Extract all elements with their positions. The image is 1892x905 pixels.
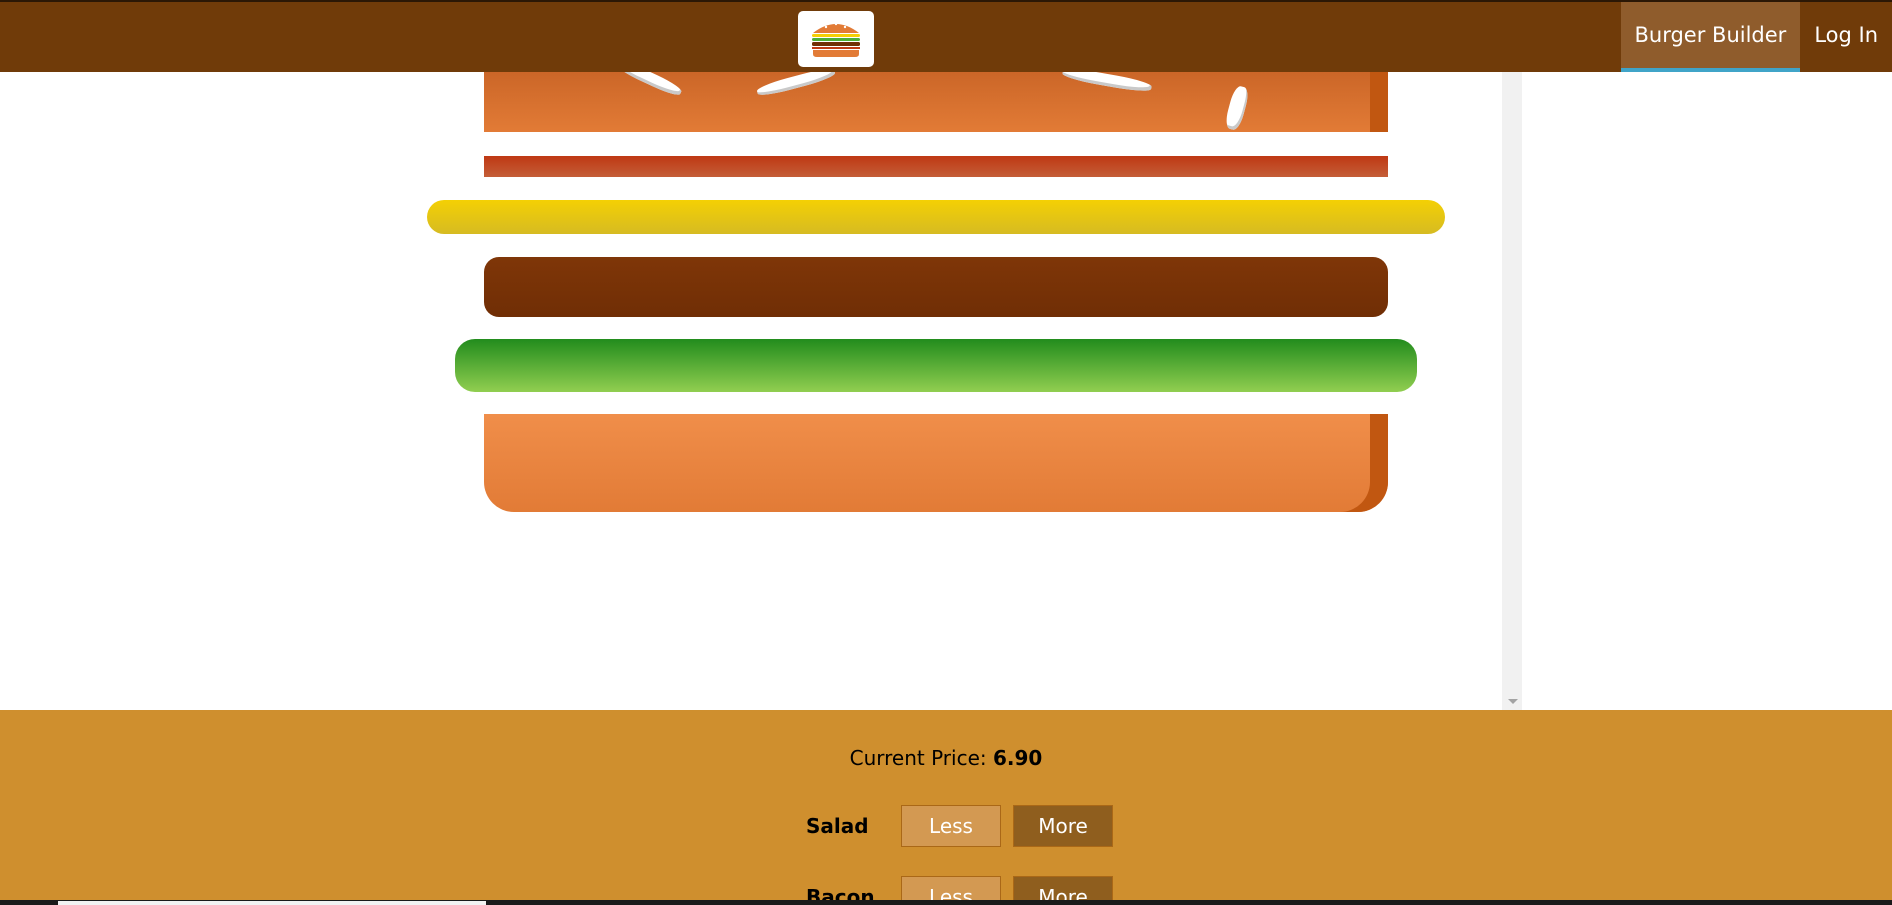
page: Burger Builder Log In Current Price: 6.9… — [0, 0, 1892, 905]
burger-logo-icon — [812, 22, 860, 57]
ingredient-salad — [455, 339, 1417, 392]
nav-burger-builder[interactable]: Burger Builder — [1620, 2, 1801, 72]
build-controls: Current Price: 6.90 Salad Less More Baco… — [0, 710, 1892, 905]
salad-more-button[interactable]: More — [1013, 805, 1113, 847]
ingredient-bread-top — [484, 72, 1388, 132]
nav-log-in[interactable]: Log In — [1800, 2, 1892, 72]
ingredient-cheese — [427, 200, 1445, 234]
price-label: Current Price: — [849, 746, 987, 770]
ingredient-bacon — [484, 156, 1388, 177]
scroll-down-arrow-icon[interactable] — [1508, 699, 1518, 704]
burger-logo[interactable] — [798, 11, 874, 67]
sesame-seed — [1061, 72, 1153, 94]
sesame-seed — [614, 72, 684, 99]
ingredient-meat — [484, 257, 1388, 317]
bottom-edge-segment — [58, 901, 486, 905]
main-nav: Burger Builder Log In — [1620, 2, 1892, 72]
current-price: Current Price: 6.90 — [0, 746, 1892, 770]
burger-scrollbar[interactable] — [1502, 72, 1522, 710]
salad-less-button[interactable]: Less — [901, 805, 1001, 847]
burger-preview — [0, 72, 1504, 710]
build-control-salad: Salad Less More — [0, 805, 1892, 847]
toolbar: Burger Builder Log In — [0, 0, 1892, 72]
price-value: 6.90 — [993, 746, 1043, 770]
control-label-salad: Salad — [806, 814, 869, 838]
sesame-seed — [755, 72, 837, 99]
ingredient-bread-bottom — [484, 414, 1388, 512]
sesame-seed — [1223, 84, 1251, 132]
bottom-edge — [0, 900, 1892, 905]
